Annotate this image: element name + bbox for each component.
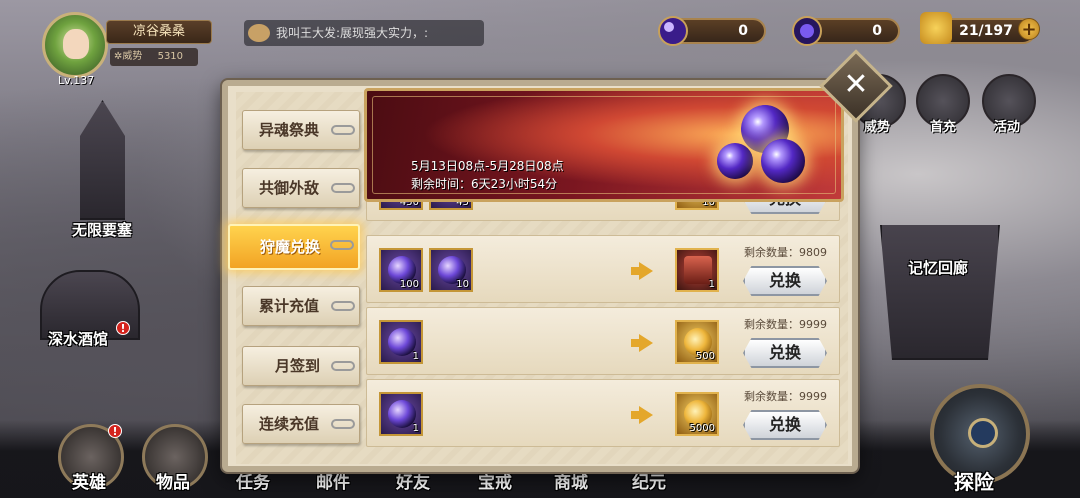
- cost-item-orb[interactable]: 1: [379, 392, 423, 436]
- remaining-count: 剩余数量：9809: [744, 246, 827, 259]
- chat-bubble-icon: [248, 24, 270, 42]
- exchange-row: 100 10 1 剩余数量：9809 兑换: [366, 235, 840, 303]
- tab-label: 异魂祭典: [259, 121, 320, 139]
- soul-orb-icon: [761, 139, 805, 183]
- event-banner: 5月13日08点-5月28日08点 剩余时间：6天23小时54分: [364, 88, 844, 202]
- player-level: Lv.137: [58, 74, 95, 87]
- tab-label: 狩魔兑换: [260, 238, 321, 256]
- tab-cumulative-recharge[interactable]: 累计充值: [242, 286, 360, 326]
- event-remaining-time: 剩余时间：6天23小时54分: [411, 177, 558, 191]
- tab-label: 月签到: [275, 357, 321, 375]
- stamina-resource[interactable]: 21/197 +: [920, 12, 1040, 44]
- player-name: 凉谷桑桑: [106, 20, 212, 44]
- nav-heroes-label[interactable]: 英雄: [72, 468, 106, 493]
- remaining-count: 剩余数量：9999: [744, 390, 827, 403]
- dark-orb-value: 0: [872, 23, 882, 39]
- tab-demon-hunt-exchange[interactable]: 狩魔兑换: [228, 224, 360, 270]
- exchange-arrow-icon: [631, 262, 653, 280]
- paperclip-icon: [331, 301, 355, 311]
- tab-label: 累计充值: [259, 297, 320, 315]
- nav-items-label[interactable]: 物品: [156, 468, 190, 493]
- item-quantity: 500: [695, 351, 715, 362]
- paperclip-icon: [331, 183, 355, 193]
- explore-label[interactable]: 探险: [954, 466, 994, 495]
- purple-orb-resource[interactable]: 0: [658, 16, 766, 46]
- add-stamina-button[interactable]: +: [1018, 18, 1040, 40]
- reward-item[interactable]: 1: [675, 248, 719, 292]
- tab-monthly-sign-in[interactable]: 月签到: [242, 346, 360, 386]
- soul-orb-icon: [717, 143, 753, 179]
- purple-orb-icon: [658, 16, 688, 46]
- tab-joint-defense[interactable]: 共御外敌: [242, 168, 360, 208]
- tavern-alert-badge: !: [116, 321, 130, 335]
- chat-ticker[interactable]: 我叫王大发:展现强大实力，:: [244, 20, 484, 46]
- exchange-button[interactable]: 兑换: [743, 338, 827, 368]
- fortress-label[interactable]: 无限要塞: [72, 219, 132, 240]
- power-menu-label: 威势: [864, 120, 891, 135]
- cost-item-purple[interactable]: 1: [379, 320, 423, 364]
- player-avatar[interactable]: [42, 12, 108, 78]
- paperclip-icon: [330, 240, 354, 250]
- tab-label: 共御外敌: [259, 179, 320, 197]
- exchange-arrow-icon: [631, 406, 653, 424]
- memory-corridor-label[interactable]: 记忆回廊: [908, 257, 968, 278]
- item-quantity: 10: [456, 279, 469, 290]
- paperclip-icon: [331, 419, 355, 429]
- activity-label: 活动: [994, 120, 1021, 135]
- purple-orb-value: 0: [738, 23, 748, 39]
- exchange-button[interactable]: 兑换: [743, 410, 827, 440]
- exchange-button[interactable]: 兑换: [743, 266, 827, 296]
- dark-orb-resource[interactable]: 0: [792, 16, 900, 46]
- item-quantity: 1: [412, 423, 419, 434]
- close-icon: ✕: [843, 67, 869, 102]
- cost-item-orb[interactable]: 10: [429, 248, 473, 292]
- tab-soul-festival[interactable]: 异魂祭典: [242, 110, 360, 150]
- reward-item[interactable]: 500: [675, 320, 719, 364]
- power-label: ✲威势: [114, 51, 143, 62]
- item-quantity: 100: [399, 279, 419, 290]
- paperclip-icon: [331, 125, 355, 135]
- tavern-label[interactable]: 深水酒馆: [48, 328, 108, 349]
- tab-label: 连续充值: [259, 415, 320, 433]
- exchange-arrow-icon: [631, 334, 653, 352]
- item-quantity: 1: [708, 279, 715, 290]
- player-power: ✲威势 5310: [110, 48, 198, 66]
- item-quantity: 5000: [689, 423, 715, 434]
- reward-item[interactable]: 5000: [675, 392, 719, 436]
- first-charge-label: 首充: [930, 120, 957, 135]
- food-ration-icon: [920, 12, 952, 44]
- exchange-row: 1 5000 剩余数量：9999 兑换: [366, 379, 840, 447]
- power-value: 5310: [157, 51, 184, 62]
- exchange-row: 1 500 剩余数量：9999 兑换: [366, 307, 840, 375]
- remaining-count: 剩余数量：9999: [744, 318, 827, 331]
- cost-item-purple[interactable]: 100: [379, 248, 423, 292]
- paperclip-icon: [331, 361, 355, 371]
- heroes-alert-badge: !: [108, 424, 122, 438]
- memory-corridor-building[interactable]: [880, 225, 1000, 360]
- stamina-value: 21/197: [959, 23, 1013, 39]
- tab-consecutive-recharge[interactable]: 连续充值: [242, 404, 360, 444]
- chat-message: 我叫王大发:展现强大实力，:: [276, 26, 429, 40]
- event-date-range: 5月13日08点-5月28日08点: [411, 159, 564, 173]
- item-quantity: 1: [412, 351, 419, 362]
- dark-orb-icon: [792, 16, 822, 46]
